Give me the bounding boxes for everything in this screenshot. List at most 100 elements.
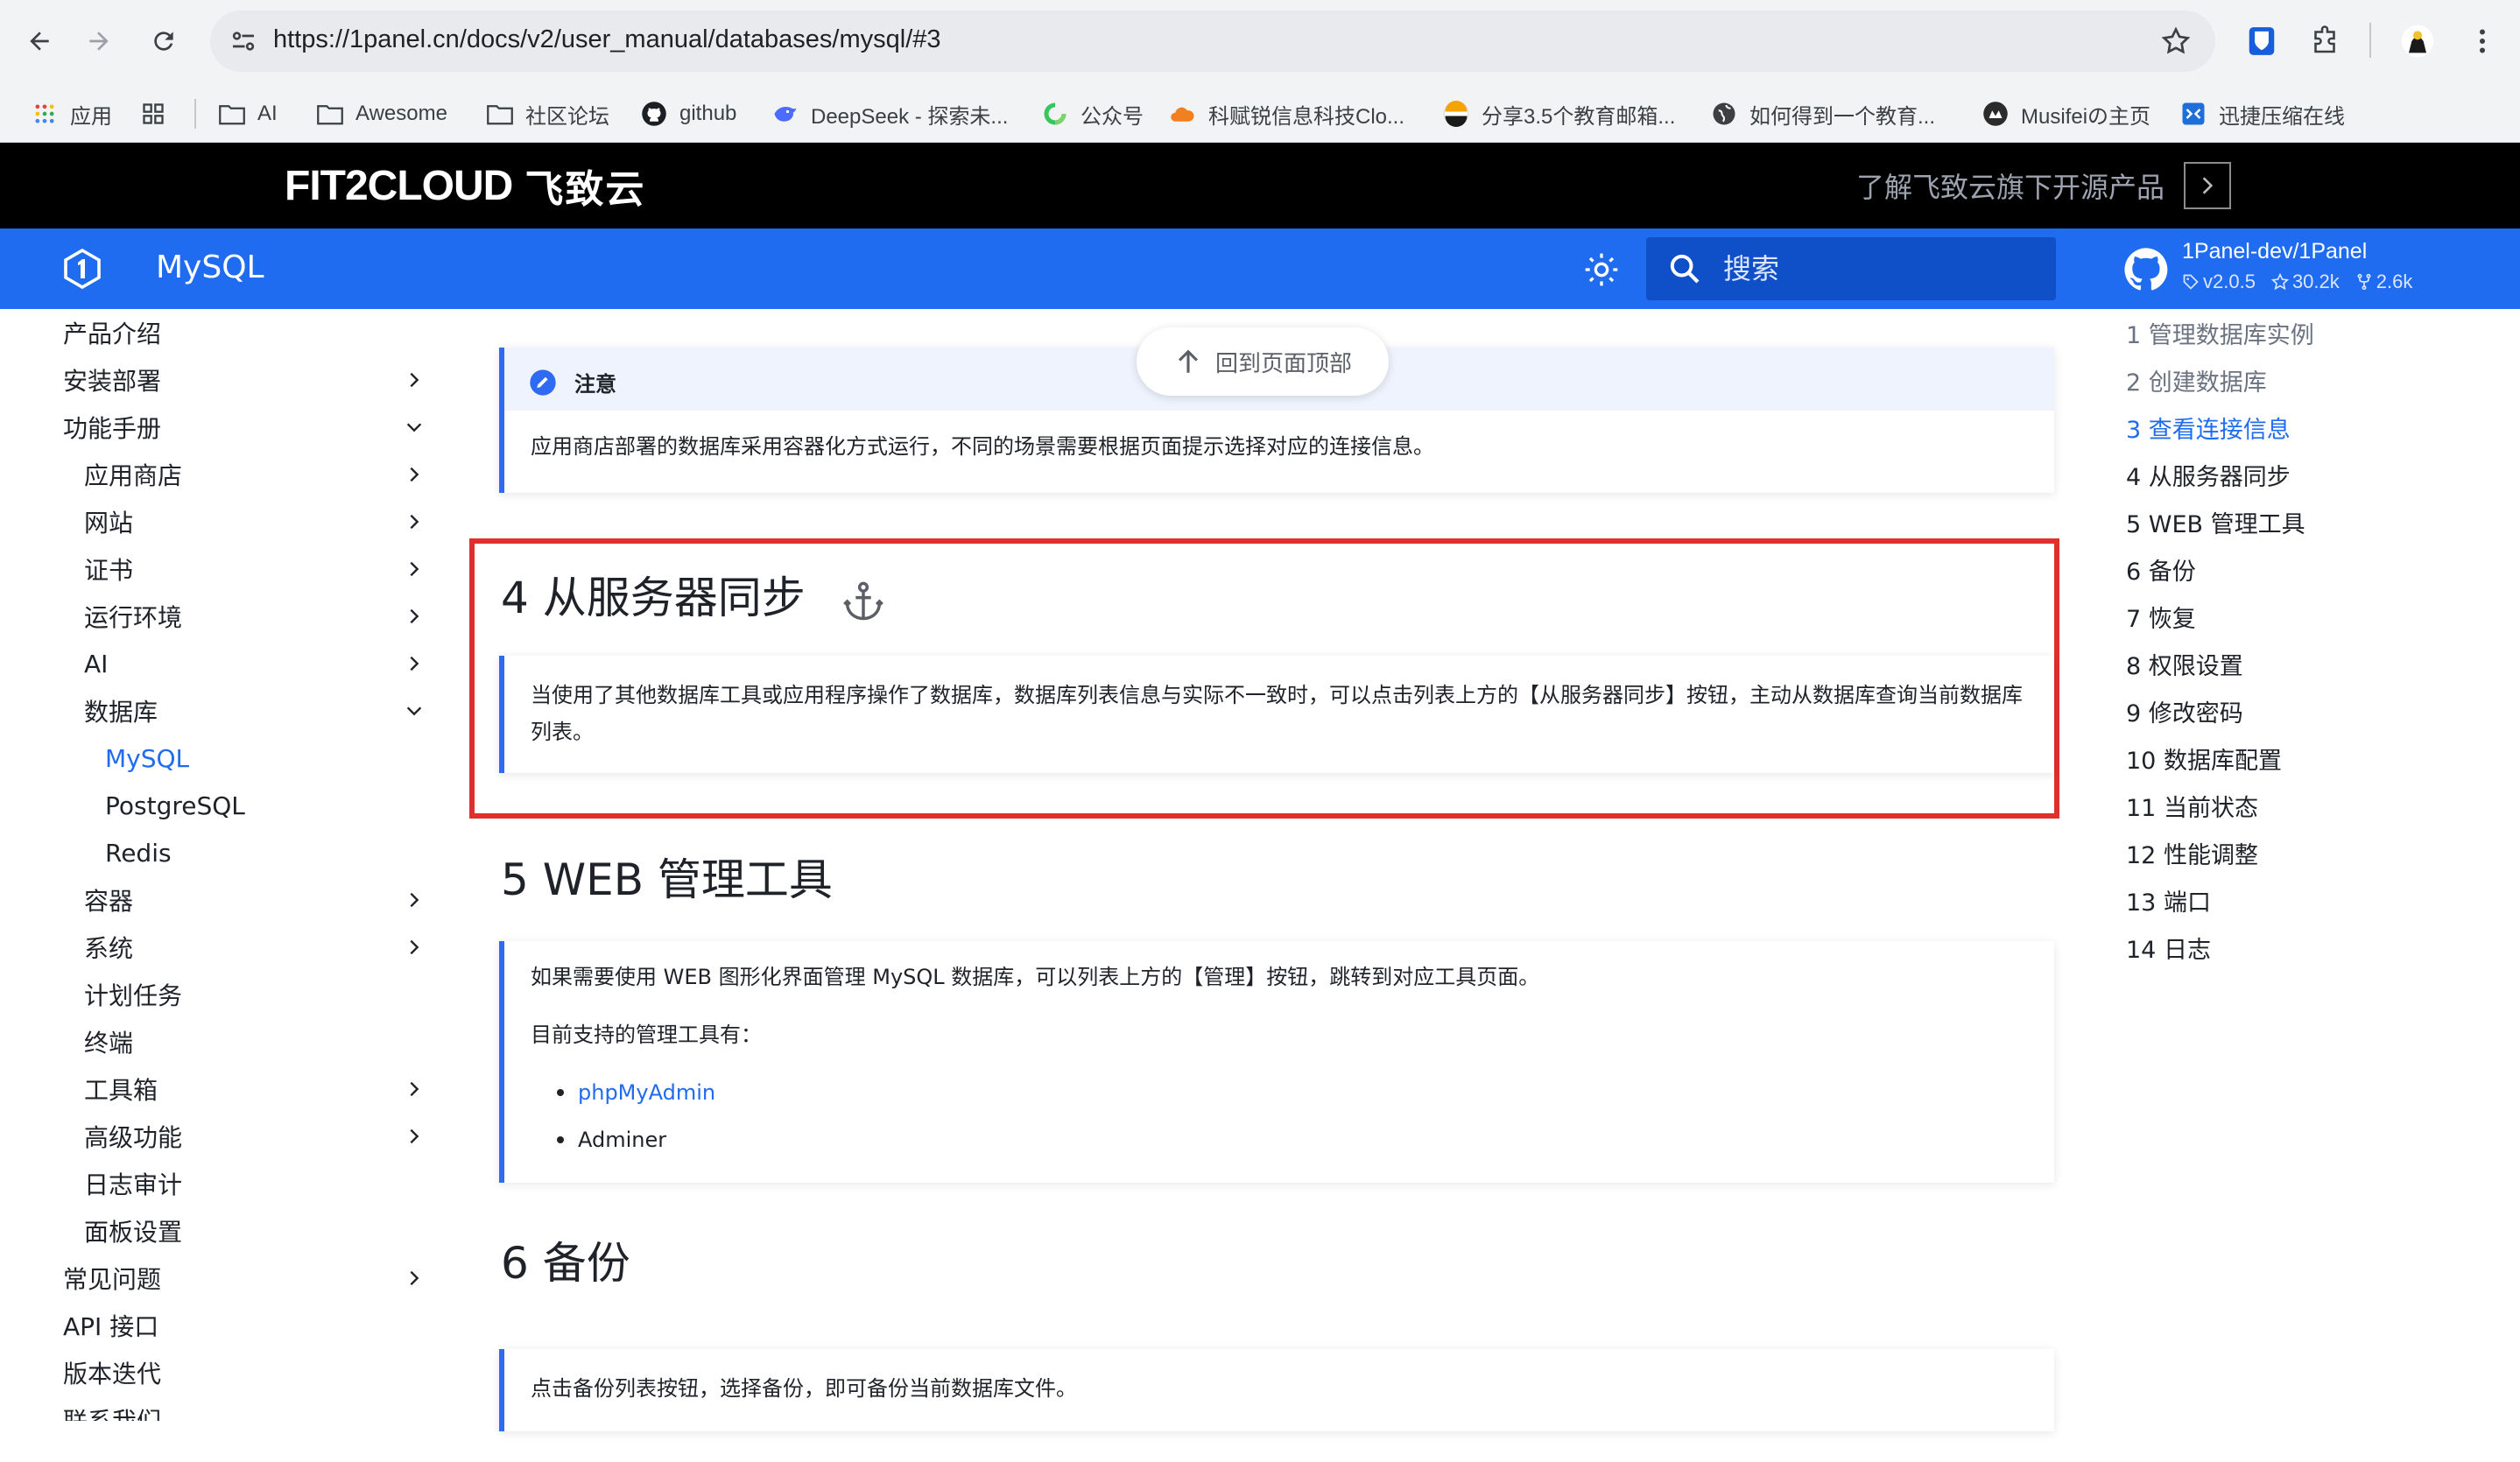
bitwarden-extension-icon[interactable]	[2240, 19, 2284, 63]
chevron-right-icon[interactable]	[401, 367, 427, 393]
chevron-right-icon[interactable]	[401, 461, 427, 488]
chevron-down-icon[interactable]	[401, 414, 427, 440]
bookmark-musifei[interactable]: Musifeiの主页	[1982, 85, 2150, 143]
promo-arrow-button[interactable]	[2184, 162, 2231, 209]
deepseek-icon	[772, 101, 799, 127]
toc-item[interactable]: 14 日志	[2126, 924, 2211, 971]
bookmark-compress[interactable]: 迅捷压缩在线	[2180, 85, 2345, 143]
bookmark-apps[interactable]: 应用	[32, 85, 112, 143]
chevron-right-icon[interactable]	[401, 509, 427, 535]
url-text[interactable]: https://1panel.cn/docs/v2/user_manual/da…	[273, 25, 941, 54]
sidebar-item-label: 面板设置	[84, 1218, 183, 1247]
bookmark-edu[interactable]: 如何得到一个教育...	[1711, 85, 1935, 143]
chevron-right-icon[interactable]	[401, 1265, 427, 1291]
promo-link[interactable]: 了解飞致云旗下开源产品	[1856, 165, 2165, 206]
bookmark-deepseek[interactable]: DeepSeek - 探索未...	[772, 85, 1008, 143]
sidebar-item-ai[interactable]: AI	[84, 640, 108, 687]
toc-item[interactable]: 11 当前状态	[2126, 782, 2258, 829]
sidebar-item-cron[interactable]: 计划任务	[84, 971, 182, 1018]
chrome-menu-icon[interactable]	[2460, 19, 2504, 63]
sidebar-item-database[interactable]: 数据库	[84, 687, 158, 735]
bookmarks-bar: 应用 AI Awesome 社区论坛 github DeepSeek - 探索未…	[0, 85, 2520, 143]
github-repo-link[interactable]: 1Panel-dev/1Panel	[2182, 239, 2367, 264]
web-tools-callout: 如果需要使用 WEB 图形化界面管理 MySQL 数据库，可以列表上方的【管理】…	[499, 941, 2054, 1183]
back-to-top-button[interactable]: 回到页面顶部	[1137, 327, 1389, 396]
search-input[interactable]	[1723, 250, 2038, 288]
bookmark-tab-groups[interactable]	[140, 85, 166, 143]
sidebar-item-intro[interactable]: 产品介绍	[63, 309, 161, 356]
bookmark-forum[interactable]: 社区论坛	[487, 85, 609, 143]
toc-item[interactable]: 2 创建数据库	[2126, 356, 2267, 404]
sidebar-item-manual[interactable]: 功能手册	[63, 404, 161, 451]
sidebar-item-container[interactable]: 容器	[84, 876, 133, 924]
forks-text: 2.6k	[2376, 271, 2413, 292]
1panel-logo-icon[interactable]	[61, 248, 103, 290]
extensions-icon[interactable]	[2303, 19, 2347, 63]
cloud-icon	[1170, 101, 1196, 127]
toc-item[interactable]: 6 备份	[2126, 545, 2196, 593]
fit2cloud-logo[interactable]: FIT2CLOUD 飞致云	[285, 162, 645, 212]
toc-item[interactable]: 4 从服务器同步	[2126, 451, 2291, 498]
address-bar[interactable]: https://1panel.cn/docs/v2/user_manual/da…	[210, 11, 2215, 72]
avatar-icon	[1982, 101, 2009, 127]
sidebar-item-label: Redis	[105, 838, 172, 868]
search-box[interactable]	[1646, 237, 2056, 300]
sidebar-item-toolbox[interactable]: 工具箱	[84, 1065, 158, 1113]
sidebar-item-system[interactable]: 系统	[84, 924, 133, 971]
sidebar-item-postgresql[interactable]: PostgreSQL	[105, 782, 245, 829]
sidebar-item-redis[interactable]: Redis	[105, 829, 172, 876]
toc-item[interactable]: 7 恢复	[2126, 593, 2196, 640]
bookmark-edu-mail[interactable]: 分享3.5个教育邮箱...	[1443, 85, 1675, 143]
sidebar-item-advanced[interactable]: 高级功能	[84, 1113, 182, 1160]
sidebar-item-contact[interactable]: 联系我们	[63, 1396, 161, 1421]
chevron-right-icon[interactable]	[401, 934, 427, 960]
sidebar-item-mysql[interactable]: MySQL	[105, 735, 189, 782]
toc-item[interactable]: 9 修改密码	[2126, 687, 2243, 735]
sidebar-item-install[interactable]: 安装部署	[63, 356, 161, 404]
bookmark-label: 分享3.5个教育邮箱...	[1482, 104, 1676, 129]
chevron-right-icon[interactable]	[401, 887, 427, 913]
toc-item[interactable]: 5 WEB 管理工具	[2126, 498, 2305, 545]
toc-item[interactable]: 10 数据库配置	[2126, 735, 2282, 782]
tool-item-phpmyadmin: phpMyAdmin	[557, 1074, 715, 1111]
bookmark-wechat[interactable]: 公众号	[1042, 85, 1144, 143]
toc-item[interactable]: 12 性能调整	[2126, 829, 2258, 876]
theme-toggle-button[interactable]	[1581, 250, 1622, 290]
bookmark-star-icon[interactable]	[2159, 25, 2193, 58]
chevron-right-icon[interactable]	[401, 556, 427, 582]
chevron-right-icon[interactable]	[401, 650, 427, 677]
sidebar-item-changelog[interactable]: 版本迭代	[63, 1349, 161, 1396]
github-icon[interactable]	[2122, 246, 2170, 293]
bookmark-kefu[interactable]: 科赋锐信息科技Clo...	[1170, 85, 1404, 143]
toc-item[interactable]: 8 权限设置	[2126, 640, 2243, 687]
sidebar-item-app-store[interactable]: 应用商店	[84, 451, 182, 498]
docs-title[interactable]: MySQL	[156, 250, 264, 285]
bookmark-awesome[interactable]: Awesome	[317, 85, 447, 143]
toc-item-active[interactable]: 3 查看连接信息	[2126, 404, 2291, 451]
forward-button[interactable]	[77, 19, 121, 63]
chevron-right-icon[interactable]	[401, 603, 427, 629]
back-button[interactable]	[18, 19, 61, 63]
toc-item[interactable]: 13 端口	[2126, 876, 2211, 924]
sidebar-item-terminal[interactable]: 终端	[84, 1018, 133, 1065]
sidebar-item-panel-settings[interactable]: 面板设置	[84, 1207, 182, 1255]
chevron-down-icon[interactable]	[401, 698, 427, 724]
site-settings-icon[interactable]	[228, 25, 259, 57]
sidebar-item-faq[interactable]: 常见问题	[63, 1255, 161, 1302]
sidebar-item-website[interactable]: 网站	[84, 498, 133, 545]
sidebar-item-runtime[interactable]: 运行环境	[84, 593, 182, 640]
sidebar-item-api[interactable]: API 接口	[63, 1302, 158, 1349]
sidebar-item-certificate[interactable]: 证书	[84, 545, 133, 593]
chevron-right-icon[interactable]	[401, 1076, 427, 1102]
reload-button[interactable]	[142, 19, 186, 63]
anchor-icon[interactable]	[841, 579, 886, 624]
toc-item[interactable]: 1 管理数据库实例	[2126, 309, 2314, 356]
phpmyadmin-link[interactable]: phpMyAdmin	[578, 1074, 715, 1111]
docs-navbar: MySQL 1Panel-dev/1Panel v2.0.5 30.2k 2.6…	[0, 228, 2520, 309]
sidebar-item-audit-log[interactable]: 日志审计	[84, 1160, 182, 1207]
bookmark-github[interactable]: github	[641, 85, 736, 143]
profile-avatar[interactable]	[2396, 19, 2439, 63]
bookmark-ai[interactable]: AI	[219, 85, 278, 143]
chevron-right-icon[interactable]	[401, 1123, 427, 1149]
github-icon	[641, 101, 667, 127]
